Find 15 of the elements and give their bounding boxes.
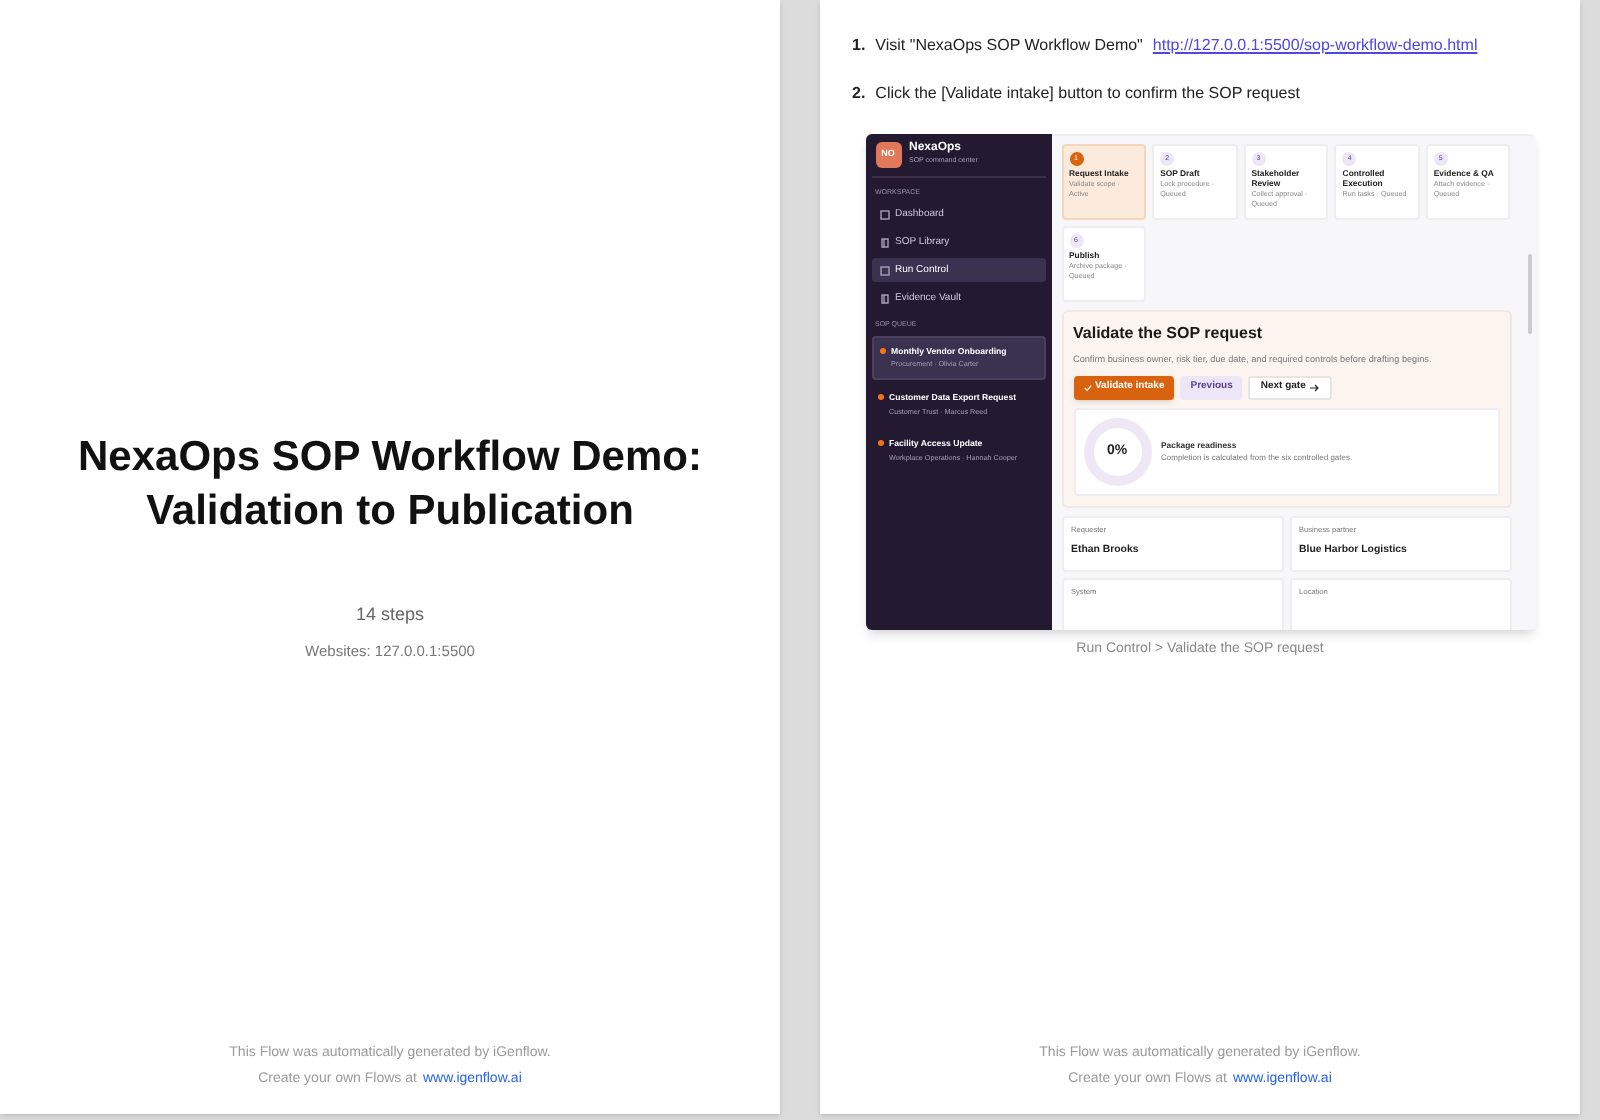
nav-icon — [879, 209, 889, 220]
nav-icon — [879, 265, 889, 276]
arrow-right-icon — [1309, 383, 1320, 392]
step-link[interactable]: http://127.0.0.1:5500/sop-workflow-demo.html — [1152, 34, 1478, 58]
step-text: Visit "NexaOps SOP Workflow Demo" — [875, 34, 1143, 58]
panel-title: Validate the SOP request — [1073, 322, 1265, 346]
scrollbar — [1527, 254, 1531, 334]
flow-title: NexaOps SOP Workflow Demo: Validation to Publication — [76, 431, 704, 538]
step-number: 1. — [852, 34, 866, 58]
nav-icon — [879, 237, 889, 248]
check-icon — [1083, 383, 1091, 392]
step-text: Click the [Validate intake] button to confirm the SOP request — [875, 82, 1300, 106]
nav-icon — [879, 293, 889, 304]
steps-count: 14 steps — [355, 601, 425, 628]
step-number: 2. — [852, 82, 866, 106]
